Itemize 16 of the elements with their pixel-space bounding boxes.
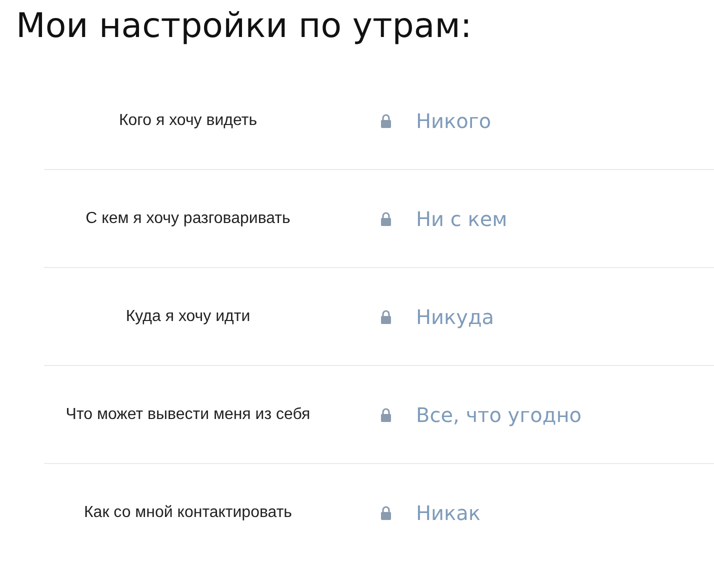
setting-value[interactable]: Никуда [416, 304, 494, 328]
setting-value[interactable]: Все, что угодно [416, 402, 582, 426]
lock-icon [380, 114, 392, 128]
setting-label: Как со мной контактировать [82, 504, 294, 522]
setting-label: Что может вывести меня из себя [64, 406, 312, 424]
lock-icon [380, 310, 392, 324]
setting-value[interactable]: Ни с кем [416, 206, 508, 230]
setting-value[interactable]: Никак [416, 500, 480, 524]
lock-icon [380, 212, 392, 226]
lock-icon [380, 506, 392, 520]
setting-label: Кого я хочу видеть [118, 112, 258, 130]
page-title: Мои настройки по утрам: [15, 5, 473, 48]
setting-value[interactable]: Никого [416, 108, 492, 132]
setting-label: Куда я хочу идти [124, 308, 252, 326]
lock-icon [380, 408, 392, 422]
setting-label: С кем я хочу разговаривать [84, 210, 292, 228]
